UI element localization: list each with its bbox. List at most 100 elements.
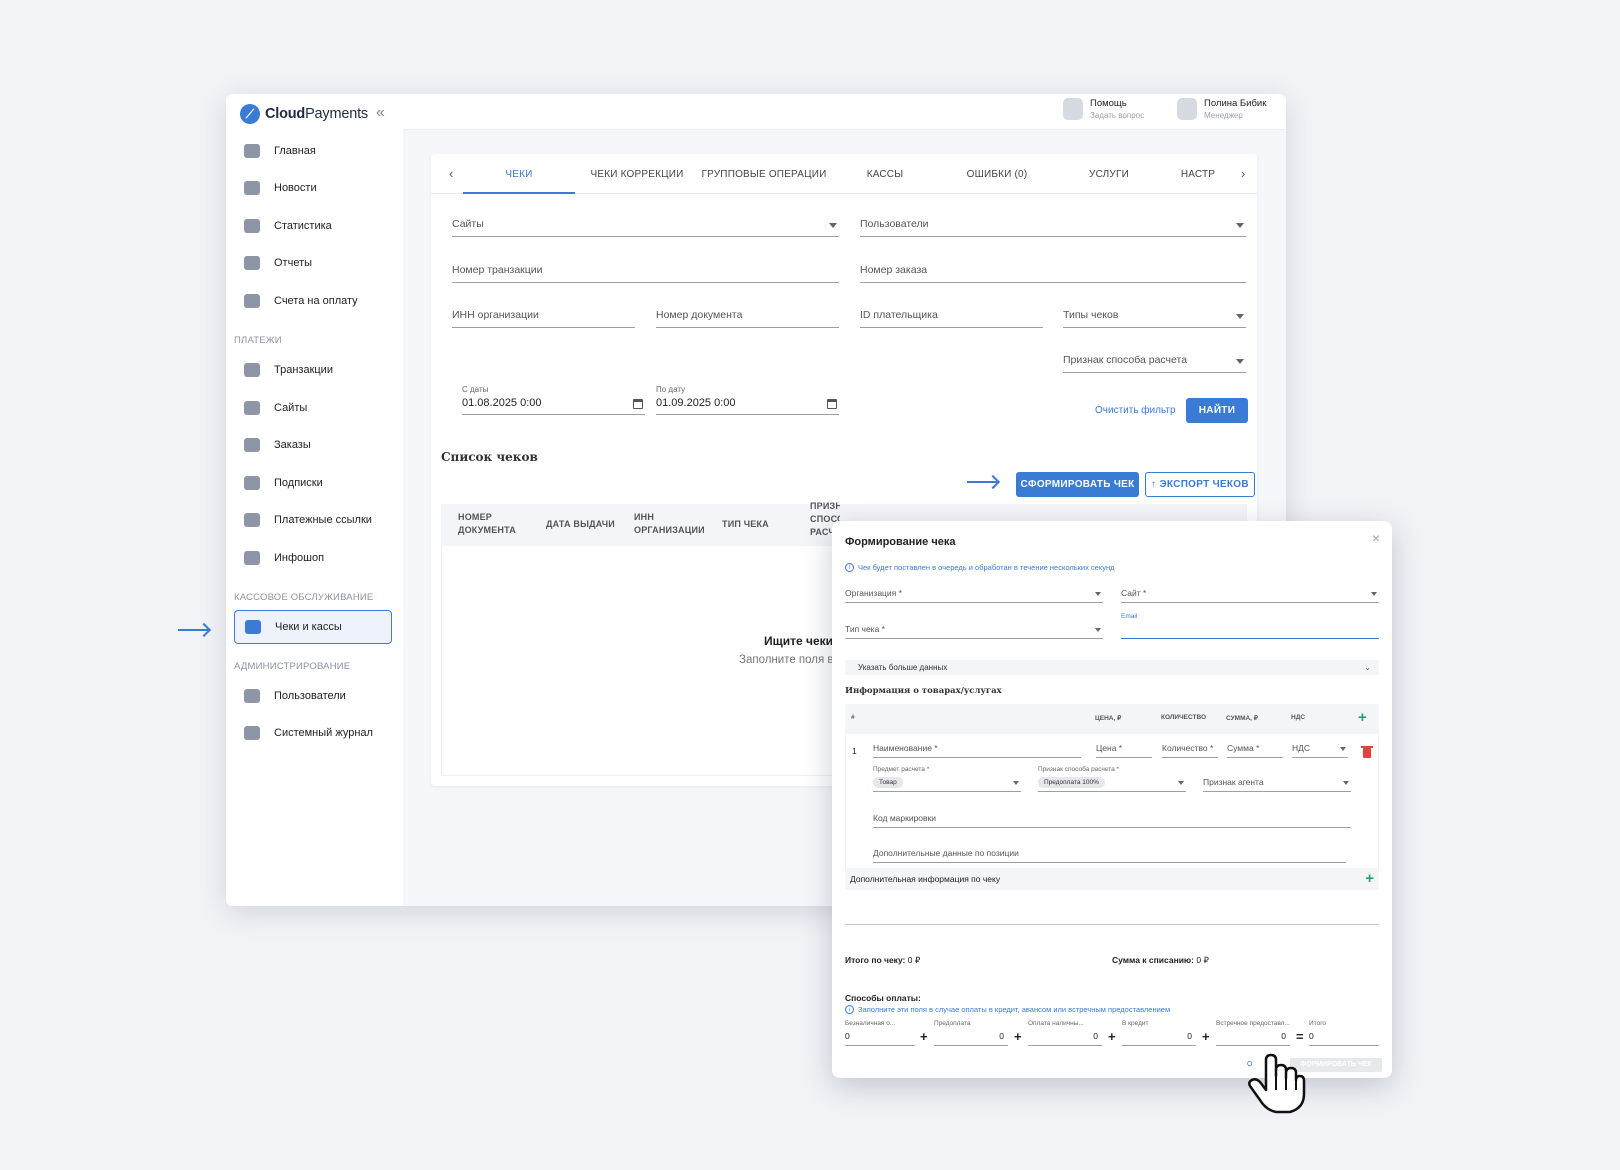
chart-icon bbox=[244, 219, 260, 233]
create-receipt-button[interactable]: СФОРМИРОВАТЬ ЧЕК bbox=[1016, 472, 1139, 497]
sidebar-item-label: Статистика bbox=[274, 220, 332, 232]
receipt-extra-info[interactable]: Дополнительная информация по чеку + bbox=[845, 868, 1379, 890]
sidebar-item-statistics[interactable]: Статистика bbox=[234, 209, 392, 243]
basket-icon bbox=[244, 438, 260, 452]
sidebar-item-label: Сайты bbox=[274, 402, 308, 414]
item-name-input[interactable]: Наименование * bbox=[873, 736, 1081, 758]
tab-receipts[interactable]: ЧЕКИ bbox=[463, 154, 575, 194]
plus-operator: + bbox=[1202, 1029, 1210, 1044]
divider bbox=[845, 924, 1379, 925]
goods-row: 1 Наименование * Цена * Количество * Сум… bbox=[845, 734, 1379, 868]
email-field[interactable]: Email bbox=[1121, 613, 1379, 639]
collapse-sidebar-button[interactable]: « bbox=[376, 104, 385, 122]
col-issue-date: ДАТА ВЫДАЧИ bbox=[546, 519, 615, 529]
receipt-types-select[interactable]: Типы чеков bbox=[1063, 300, 1246, 328]
sidebar-item-reports[interactable]: Отчеты bbox=[234, 246, 392, 280]
delete-icon[interactable] bbox=[1361, 746, 1373, 758]
help-icon bbox=[1063, 98, 1083, 120]
sidebar-item-receipts[interactable]: Чеки и кассы bbox=[234, 610, 392, 644]
users-select[interactable]: Пользователи bbox=[860, 209, 1246, 237]
calendar-icon[interactable] bbox=[827, 399, 837, 409]
more-data-expander[interactable]: Указать больше данных ⌄ bbox=[845, 660, 1379, 675]
tab-group-operations[interactable]: ГРУППОВЫЕ ОПЕРАЦИИ bbox=[699, 154, 829, 194]
method-select[interactable]: Признак способа расчета * Предоплата 100% bbox=[1038, 766, 1186, 792]
tab-errors[interactable]: ОШИБКИ (0) bbox=[941, 154, 1053, 194]
item-qty-input[interactable]: Количество * bbox=[1162, 736, 1218, 758]
help-link[interactable]: Помощь Задать вопрос bbox=[1063, 98, 1144, 120]
help-subtitle: Задать вопрос bbox=[1090, 111, 1145, 120]
caret-down-icon bbox=[1236, 314, 1244, 319]
sidebar-item-home[interactable]: Главная bbox=[234, 134, 392, 168]
tab-services[interactable]: УСЛУГИ bbox=[1059, 154, 1159, 194]
section-admin: АДМИНИСТРИРОВАНИЕ bbox=[234, 661, 351, 672]
pay-credit-input[interactable]: В кредит 0 bbox=[1122, 1020, 1196, 1046]
sidebar-item-journal[interactable]: Системный журнал bbox=[234, 716, 392, 750]
organization-select[interactable]: Организация * bbox=[845, 581, 1103, 603]
item-price-input[interactable]: Цена * bbox=[1096, 736, 1152, 758]
logo-light: Payments bbox=[305, 106, 368, 122]
add-extra-icon[interactable]: + bbox=[1365, 871, 1374, 886]
sidebar-item-payment-links[interactable]: Платежные ссылки bbox=[234, 503, 392, 537]
logo-icon: ⟋ bbox=[240, 104, 260, 124]
user-role: Менеджер bbox=[1204, 111, 1243, 120]
receipt-icon bbox=[245, 620, 261, 634]
pay-cashless-input[interactable]: Безналичная о... 0 bbox=[845, 1020, 915, 1046]
home-icon bbox=[244, 144, 260, 158]
pay-cash-input[interactable]: Оплата наличны... 0 bbox=[1028, 1020, 1102, 1046]
order-number-input[interactable]: Номер заказа bbox=[860, 255, 1246, 283]
position-extra-input[interactable]: Дополнительные данные по позиции bbox=[873, 841, 1346, 863]
sites-select[interactable]: Сайты bbox=[452, 209, 839, 237]
item-sum-input[interactable]: Сумма * bbox=[1227, 736, 1283, 758]
tab-settings[interactable]: НАСТР bbox=[1171, 154, 1225, 194]
sidebar-item-sites[interactable]: Сайты bbox=[234, 391, 392, 425]
caret-down-icon bbox=[1095, 628, 1101, 632]
transaction-number-input[interactable]: Номер транзакции bbox=[452, 255, 839, 283]
caret-down-icon bbox=[829, 223, 837, 228]
tabs-prev-icon[interactable]: ‹ bbox=[449, 166, 453, 181]
inn-input[interactable]: ИНН организации bbox=[452, 300, 635, 328]
site-select[interactable]: Сайт * bbox=[1121, 581, 1379, 603]
subject-select[interactable]: Предмет расчета * Товар bbox=[873, 766, 1021, 792]
close-icon[interactable]: × bbox=[1372, 530, 1380, 546]
date-to-input[interactable]: По дату 01.09.2025 0:00 bbox=[656, 385, 839, 415]
tabs-next-icon[interactable]: › bbox=[1241, 166, 1245, 181]
sidebar-item-label: Системный журнал bbox=[274, 727, 373, 739]
calc-method-select[interactable]: Признак способа расчета bbox=[1063, 345, 1246, 373]
sidebar-item-infoshop[interactable]: Инфошоп bbox=[234, 541, 392, 575]
sidebar-item-transactions[interactable]: Транзакции bbox=[234, 353, 392, 387]
sidebar-item-label: Отчеты bbox=[274, 257, 313, 269]
sidebar-item-invoices[interactable]: Счета на оплату bbox=[234, 284, 392, 318]
pointer-arrow-sidebar bbox=[178, 629, 208, 631]
agent-select[interactable]: Признак агента bbox=[1203, 770, 1351, 792]
caret-down-icon bbox=[1095, 592, 1101, 596]
item-vat-select[interactable]: НДС bbox=[1292, 736, 1348, 758]
payer-id-input[interactable]: ID плательщика bbox=[860, 300, 1043, 328]
sidebar-item-label: Чеки и кассы bbox=[275, 621, 342, 633]
pay-total-field: Итого 0 bbox=[1309, 1020, 1379, 1046]
sidebar-item-news[interactable]: Новости bbox=[234, 171, 392, 205]
document-number-input[interactable]: Номер документа bbox=[656, 300, 839, 328]
export-receipts-button[interactable]: ↑ ЭКСПОРТ ЧЕКОВ bbox=[1145, 472, 1255, 497]
find-button[interactable]: НАЙТИ bbox=[1186, 398, 1248, 423]
sidebar-item-users[interactable]: Пользователи bbox=[234, 679, 392, 713]
pay-counter-input[interactable]: Встречное предоставл... 0 bbox=[1216, 1020, 1290, 1046]
sidebar-item-subscriptions[interactable]: Подписки bbox=[234, 466, 392, 500]
clear-filter-link[interactable]: Очистить фильтр bbox=[1095, 405, 1176, 416]
sidebar-item-label: Инфошоп bbox=[274, 552, 325, 564]
box-icon bbox=[244, 551, 260, 565]
pay-prepayment-input[interactable]: Предоплата 0 bbox=[934, 1020, 1008, 1046]
transactions-icon bbox=[244, 363, 260, 377]
tab-corrections[interactable]: ЧЕКИ КОРРЕКЦИИ bbox=[581, 154, 693, 194]
sidebar-item-orders[interactable]: Заказы bbox=[234, 428, 392, 462]
receipt-type-select[interactable]: Тип чека * bbox=[845, 617, 1103, 639]
user-menu[interactable]: Полина Бибик Менеджер bbox=[1177, 98, 1266, 120]
marking-code-input[interactable]: Код маркировки bbox=[873, 806, 1351, 828]
section-payments: ПЛАТЕЖИ bbox=[234, 335, 282, 346]
info-icon: i bbox=[845, 1005, 854, 1014]
tab-cash-registers[interactable]: КАССЫ bbox=[835, 154, 935, 194]
add-item-icon[interactable]: + bbox=[1358, 710, 1367, 725]
date-from-input[interactable]: С даты 01.08.2025 0:00 bbox=[462, 385, 645, 415]
col-price: ЦЕНА, ₽ bbox=[1095, 715, 1122, 722]
calendar-icon[interactable] bbox=[633, 399, 643, 409]
modal-title: Формирование чека bbox=[845, 536, 956, 548]
